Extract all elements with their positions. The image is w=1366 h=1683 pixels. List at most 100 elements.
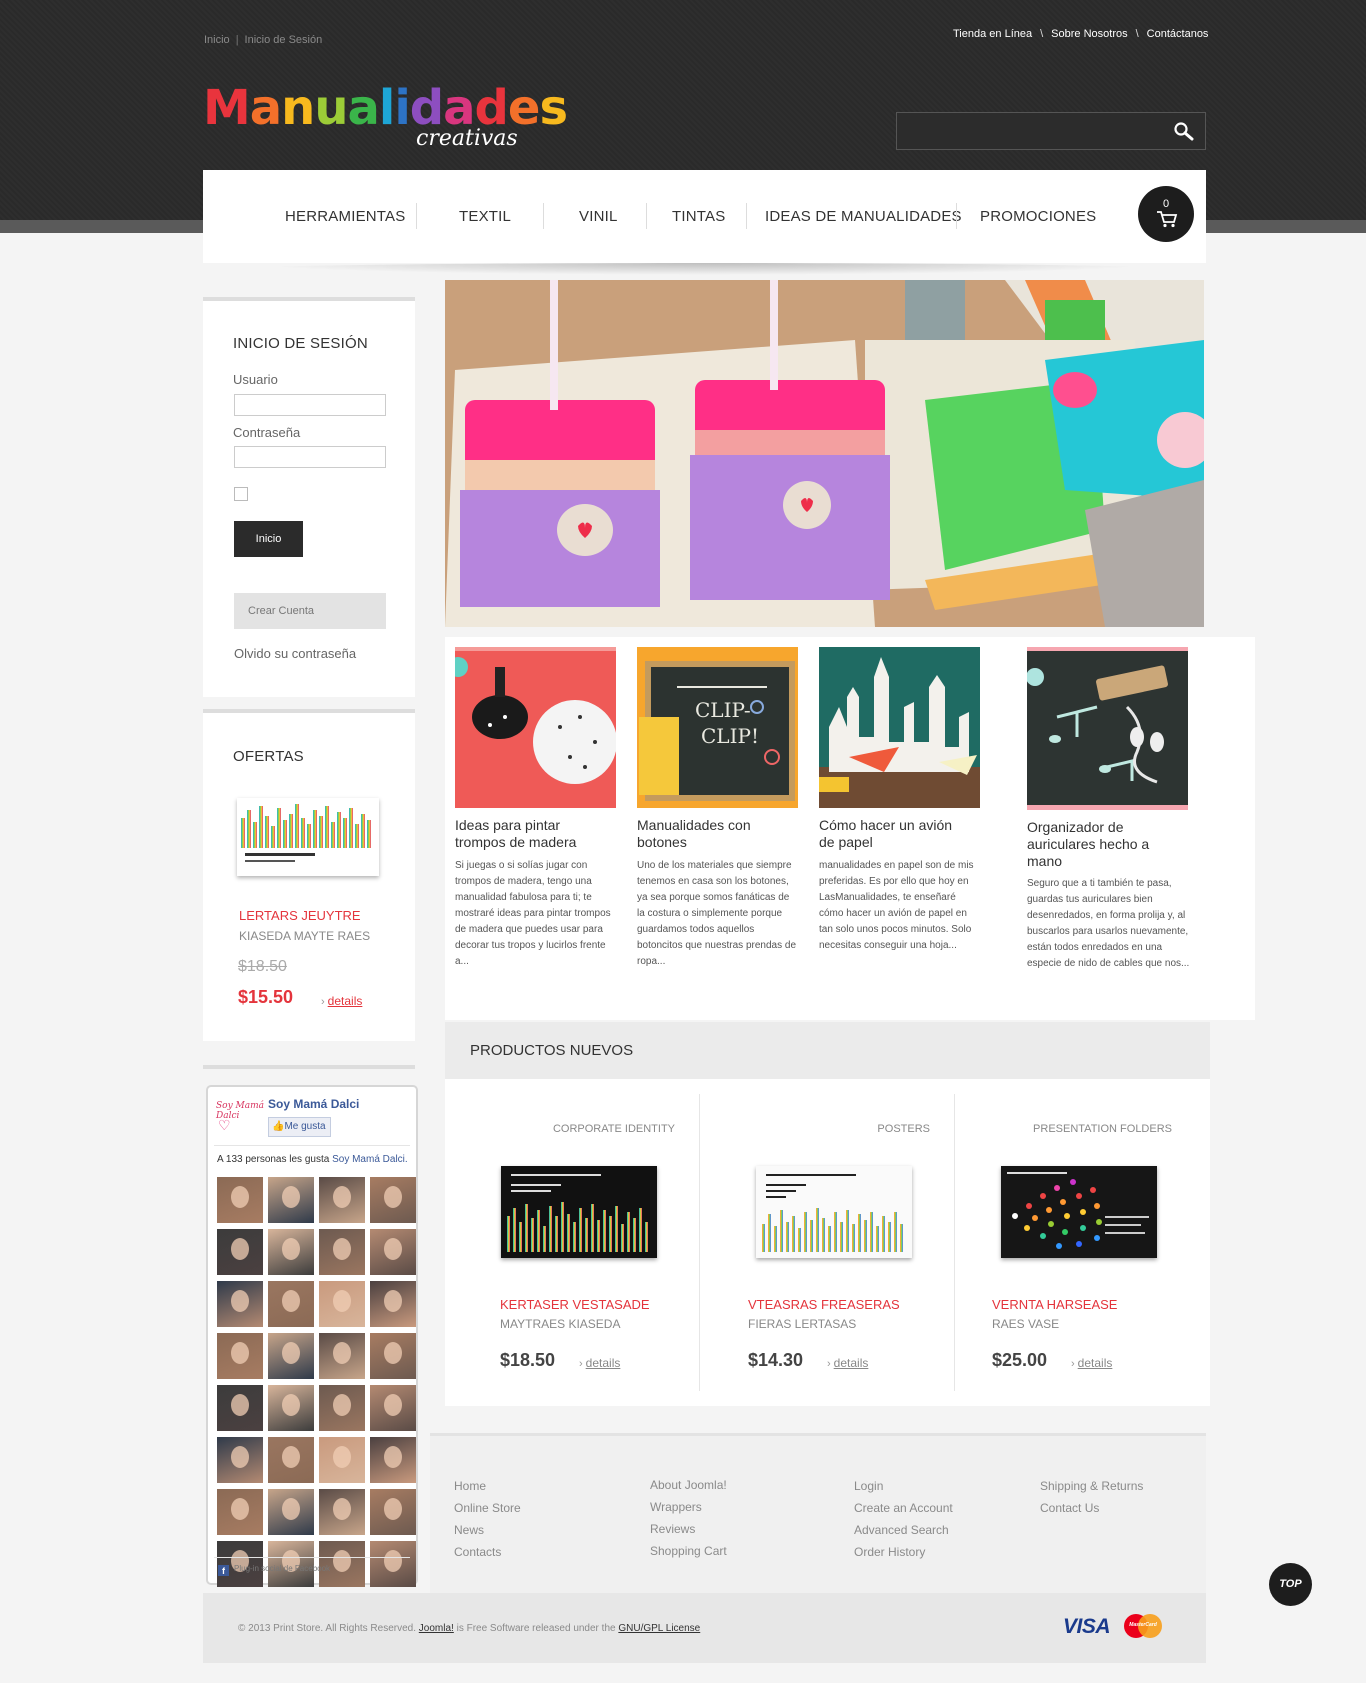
footer-link-online-store[interactable]: Online Store: [454, 1501, 521, 1515]
login-title: INICIO DE SESIÓN: [233, 335, 368, 352]
fan-avatar[interactable]: [319, 1385, 365, 1431]
top-link-about[interactable]: Sobre Nosotros: [1051, 28, 1127, 40]
like-count-page-link[interactable]: Soy Mamá Dalci.: [332, 1154, 408, 1165]
facebook-page-name[interactable]: Soy Mamá Dalci: [268, 1097, 359, 1111]
hero-banner[interactable]: [445, 280, 1204, 627]
footer-link-news[interactable]: News: [454, 1523, 484, 1537]
fan-avatar[interactable]: [319, 1229, 365, 1275]
footer-link-create-account[interactable]: Create an Account: [854, 1501, 953, 1515]
fan-avatar[interactable]: [268, 1437, 314, 1483]
username-field[interactable]: [234, 394, 386, 416]
offer-image[interactable]: [237, 798, 379, 876]
product-details-link[interactable]: › details: [579, 1354, 620, 1372]
avatar-face: [333, 1238, 351, 1260]
fan-avatar[interactable]: [268, 1281, 314, 1327]
joomla-link[interactable]: Joomla!: [419, 1623, 454, 1634]
facebook-divider: [214, 1557, 410, 1558]
fan-avatar[interactable]: [268, 1385, 314, 1431]
nav-item-textil[interactable]: TEXTIL: [459, 208, 511, 225]
back-to-top-button[interactable]: TOP: [1269, 1563, 1312, 1606]
password-field[interactable]: [234, 446, 386, 468]
product-image[interactable]: [756, 1166, 912, 1258]
fan-avatar[interactable]: [217, 1437, 263, 1483]
footer-link-contacts[interactable]: Contacts: [454, 1545, 501, 1559]
fan-avatar[interactable]: [217, 1489, 263, 1535]
license-link[interactable]: GNU/GPL License: [618, 1623, 700, 1634]
remember-checkbox[interactable]: [234, 487, 248, 501]
article-title[interactable]: Cómo hacer un avión de papel: [819, 817, 969, 851]
product-image[interactable]: [501, 1166, 657, 1258]
svg-text:CLIP-: CLIP-: [695, 698, 751, 722]
product-price: $18.50: [500, 1350, 556, 1370]
article-title[interactable]: Manualidades con botones: [637, 817, 787, 851]
fan-avatar[interactable]: [370, 1333, 416, 1379]
nav-item-vinil[interactable]: VINIL: [579, 208, 618, 225]
fan-avatar[interactable]: [370, 1177, 416, 1223]
article-card: Ideas para pintar trompos de madera Si j…: [455, 647, 616, 967]
product-name[interactable]: VERNTA HARSEASE: [992, 1297, 1117, 1312]
footer-link-wrappers[interactable]: Wrappers: [650, 1500, 702, 1514]
article-title[interactable]: Ideas para pintar trompos de madera: [455, 817, 605, 851]
fan-avatar[interactable]: [370, 1437, 416, 1483]
product-details-link[interactable]: › details: [1071, 1354, 1112, 1372]
facebook-like-button[interactable]: 👍Me gusta: [268, 1117, 331, 1137]
footer-link-advanced-search[interactable]: Advanced Search: [854, 1523, 949, 1537]
fan-avatar[interactable]: [268, 1489, 314, 1535]
breadcrumb-home[interactable]: Inicio: [204, 34, 230, 46]
fan-avatar[interactable]: [319, 1281, 365, 1327]
avatar-face: [384, 1342, 402, 1364]
nav-item-herramientas[interactable]: HERRAMIENTAS: [285, 208, 405, 225]
fan-avatar[interactable]: [217, 1229, 263, 1275]
offer-name[interactable]: LERTARS JEUYTRE: [239, 908, 361, 923]
product-details-link[interactable]: › details: [827, 1354, 868, 1372]
product-name[interactable]: VTEASRAS FREASERAS: [748, 1297, 900, 1312]
fan-avatar[interactable]: [217, 1177, 263, 1223]
nav-item-ideas[interactable]: IDEAS DE MANUALIDADES: [765, 208, 962, 225]
footer-link-home[interactable]: Home: [454, 1479, 486, 1493]
nav-item-tintas[interactable]: TINTAS: [672, 208, 725, 225]
product-image[interactable]: [1001, 1166, 1157, 1258]
cart-button[interactable]: 0: [1138, 186, 1194, 242]
footer-link-about-joomla[interactable]: About Joomla!: [650, 1478, 727, 1492]
article-title[interactable]: Organizador de auriculares hecho a mano: [1027, 819, 1177, 870]
footer-link-shopping-cart[interactable]: Shopping Cart: [650, 1544, 727, 1558]
avatar-face: [333, 1394, 351, 1416]
offer-details-link[interactable]: › details: [321, 992, 362, 1010]
article-image[interactable]: [1027, 647, 1188, 810]
breadcrumb-login[interactable]: Inicio de Sesión: [245, 34, 323, 46]
forgot-password-link[interactable]: Olvido su contraseña: [234, 646, 356, 661]
create-account-button[interactable]: Crear Cuenta: [234, 593, 386, 629]
fan-avatar[interactable]: [370, 1229, 416, 1275]
fan-avatar[interactable]: [217, 1333, 263, 1379]
top-link-contact[interactable]: Contáctanos: [1147, 28, 1209, 40]
fan-avatar[interactable]: [319, 1489, 365, 1535]
login-button[interactable]: Inicio: [234, 521, 303, 557]
article-image[interactable]: CLIP- CLIP!: [637, 647, 798, 808]
fan-avatar[interactable]: [319, 1437, 365, 1483]
footer-link-shipping[interactable]: Shipping & Returns: [1040, 1479, 1143, 1493]
article-image[interactable]: [455, 647, 616, 808]
top-link-store[interactable]: Tienda en Línea: [953, 28, 1032, 40]
fan-avatar[interactable]: [268, 1333, 314, 1379]
search-icon[interactable]: [1173, 121, 1195, 146]
footer-link-order-history[interactable]: Order History: [854, 1545, 925, 1559]
fan-avatar[interactable]: [370, 1489, 416, 1535]
products-title: PRODUCTOS NUEVOS: [470, 1042, 634, 1059]
fan-avatar[interactable]: [268, 1229, 314, 1275]
footer-link-login[interactable]: Login: [854, 1479, 883, 1493]
search-input[interactable]: [903, 119, 1157, 145]
fan-avatar[interactable]: [217, 1281, 263, 1327]
fan-avatar[interactable]: [370, 1541, 416, 1587]
nav-item-promociones[interactable]: PROMOCIONES: [980, 208, 1096, 225]
product-name[interactable]: KERTASER VESTASADE: [500, 1297, 650, 1312]
fan-avatar[interactable]: [319, 1333, 365, 1379]
fan-avatar[interactable]: [268, 1177, 314, 1223]
fan-avatar[interactable]: [370, 1385, 416, 1431]
fan-avatar[interactable]: [319, 1177, 365, 1223]
footer-link-contact-us[interactable]: Contact Us: [1040, 1501, 1099, 1515]
fan-avatar[interactable]: [217, 1385, 263, 1431]
fan-avatar[interactable]: [370, 1281, 416, 1327]
footer-link-reviews[interactable]: Reviews: [650, 1522, 695, 1536]
article-image[interactable]: [819, 647, 980, 808]
logo[interactable]: Manualidades creativas: [203, 80, 568, 151]
